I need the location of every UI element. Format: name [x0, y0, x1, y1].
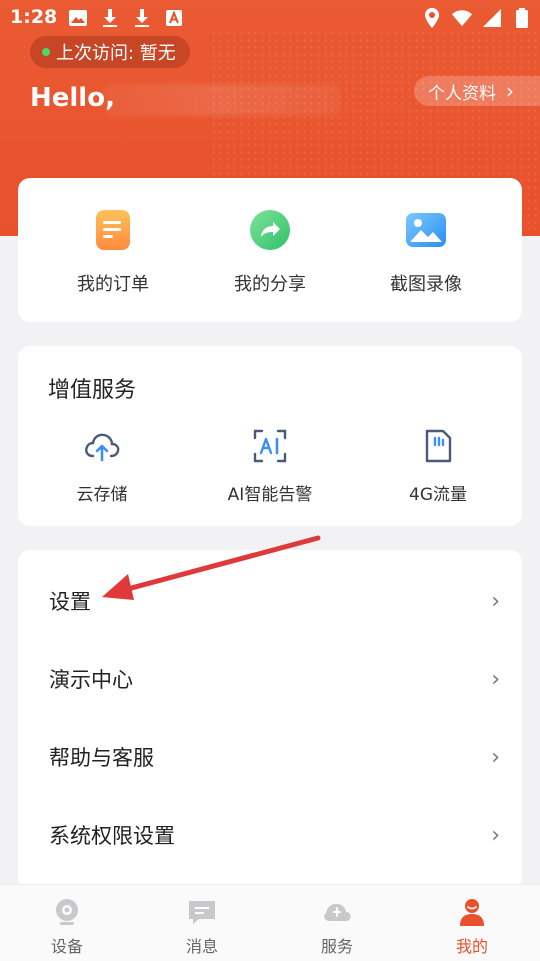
quick-actions-card: 我的订单 我的分享 截图录像 [18, 178, 522, 322]
service-icon [322, 897, 352, 927]
status-bar: 1:28 [0, 0, 540, 36]
menu-item-help-support[interactable]: 帮助与客服 › [18, 718, 522, 796]
tab-services[interactable]: 服务 [287, 897, 387, 957]
menu-item-settings[interactable]: 设置 › [18, 562, 522, 640]
value-added-services-card: 增值服务 云存储 AI智能告警 4G流量 [18, 346, 522, 526]
app-notification-icon [164, 8, 184, 28]
menu-item-label: 帮助与客服 [49, 746, 154, 770]
value-added-services-title: 增值服务 [48, 378, 137, 403]
battery-icon [512, 8, 532, 28]
my-share-button[interactable]: 我的分享 [200, 208, 340, 296]
cloud-upload-icon [82, 426, 122, 466]
ai-alert-label: AI智能告警 [227, 485, 313, 505]
screenshots-recordings-button[interactable]: 截图录像 [356, 208, 496, 296]
username-redacted [104, 84, 340, 116]
camera-icon [52, 897, 82, 927]
download-icon [132, 8, 152, 28]
ai-icon [250, 426, 290, 466]
menu-item-demo-center[interactable]: 演示中心 › [18, 640, 522, 718]
cloud-storage-label: 云存储 [76, 485, 128, 505]
image-icon [68, 8, 88, 28]
menu-item-system-permissions[interactable]: 系统权限设置 › [18, 796, 522, 874]
tab-messages[interactable]: 消息 [152, 897, 252, 957]
last-visit-text: 上次访问: 暂无 [56, 43, 176, 64]
online-dot [42, 48, 50, 56]
share-icon [248, 208, 292, 252]
signal-icon [482, 8, 502, 28]
status-time: 1:28 [10, 6, 58, 28]
last-visit-badge: 上次访问: 暂无 [30, 36, 190, 68]
settings-menu-card: 设置 › 演示中心 › 帮助与客服 › 系统权限设置 › [18, 550, 522, 890]
chevron-right-icon: › [491, 666, 500, 692]
chevron-right-icon: › [491, 744, 500, 770]
screenshot-icon [404, 208, 448, 252]
tab-devices[interactable]: 设备 [17, 897, 117, 957]
tab-label: 消息 [185, 937, 218, 956]
chevron-right-icon: › [491, 822, 500, 848]
download-icon [100, 8, 120, 28]
my-orders-label: 我的订单 [77, 274, 149, 295]
wifi-icon [452, 8, 472, 28]
sim-card-icon [418, 426, 458, 466]
menu-item-label: 演示中心 [49, 668, 133, 692]
user-icon [457, 897, 487, 927]
chevron-right-icon: › [491, 588, 500, 614]
greeting: Hello, [30, 83, 115, 113]
location-icon [422, 8, 442, 28]
my-orders-button[interactable]: 我的订单 [43, 208, 183, 296]
profile-link-button[interactable]: 个人资料 › [414, 76, 540, 106]
profile-link-label: 个人资料 [428, 83, 496, 104]
tab-label: 服务 [320, 937, 353, 956]
cloud-storage-button[interactable]: 云存储 [22, 426, 182, 505]
message-icon [187, 897, 217, 927]
menu-item-label: 设置 [49, 590, 91, 614]
my-share-label: 我的分享 [234, 274, 306, 295]
4g-data-button[interactable]: 4G流量 [358, 426, 518, 505]
ai-alert-button[interactable]: AI智能告警 [190, 426, 350, 505]
chevron-right-icon: › [506, 79, 514, 103]
tab-label: 设备 [50, 937, 83, 956]
bottom-tab-bar: 设备 消息 服务 我的 [0, 884, 540, 961]
4g-data-label: 4G流量 [409, 485, 467, 505]
orders-icon [91, 208, 135, 252]
screenshots-recordings-label: 截图录像 [390, 274, 462, 295]
tab-label: 我的 [455, 937, 488, 956]
menu-item-label: 系统权限设置 [49, 824, 175, 848]
tab-mine[interactable]: 我的 [422, 897, 522, 957]
